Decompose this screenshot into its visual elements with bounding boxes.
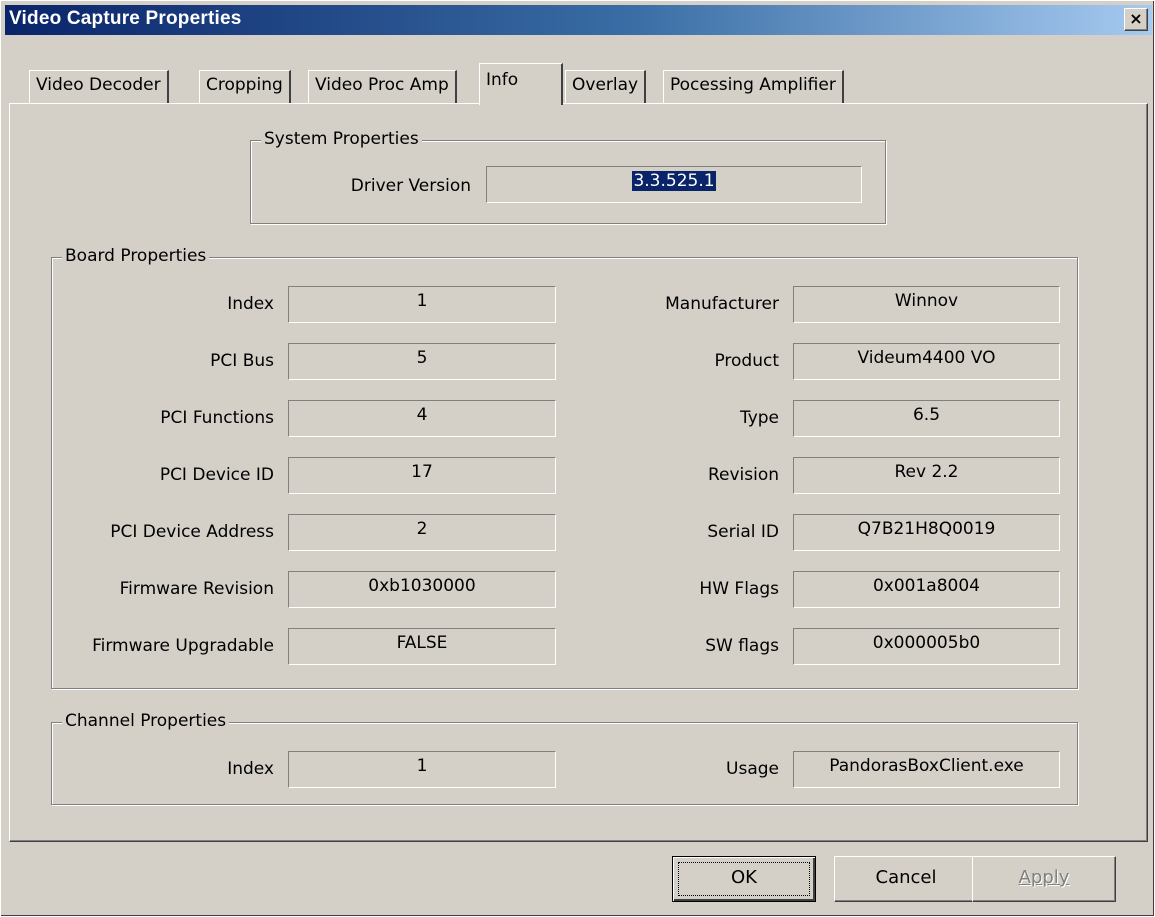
ok-button[interactable]: OK (672, 856, 816, 902)
system-properties-group: System Properties Driver Version 3.3.525… (250, 129, 886, 224)
sw-flags-label: SW flags (705, 636, 779, 656)
group-title: System Properties (261, 129, 422, 149)
manufacturer-field: Winnov (793, 286, 1060, 323)
hw-flags-field: 0x001a8004 (793, 571, 1060, 608)
type-label: Type (739, 408, 779, 428)
usage-field: PandorasBoxClient.exe (793, 751, 1060, 788)
index-field: 1 (288, 286, 556, 323)
tab-label: Video Decoder (36, 75, 161, 95)
product-label: Product (714, 351, 779, 371)
group-title: Channel Properties (62, 711, 230, 731)
tab-label: Pocessing Amplifier (670, 75, 836, 95)
revision-label: Revision (707, 465, 779, 485)
usage-label: Usage (726, 759, 779, 779)
driver-version-field[interactable]: 3.3.525.1 (486, 166, 862, 203)
channel-properties-group: Channel Properties Index 1 Usage Pandora… (51, 711, 1078, 805)
apply-button-label: Apply (1018, 867, 1070, 888)
firmware-revision-label: Firmware Revision (119, 579, 274, 599)
group-title: Board Properties (62, 246, 210, 266)
tab-label: Info (486, 70, 519, 90)
revision-field: Rev 2.2 (793, 457, 1060, 494)
index-label: Index (227, 294, 274, 314)
driver-version-value: 3.3.525.1 (632, 171, 716, 191)
cancel-button[interactable]: Cancel (834, 856, 978, 902)
pci-device-id-label: PCI Device ID (159, 465, 274, 485)
sw-flags-field: 0x000005b0 (793, 628, 1060, 665)
tab-cropping[interactable]: Cropping (199, 70, 291, 103)
product-field: Videum4400 VO (793, 343, 1060, 380)
tab-overlay[interactable]: Overlay (565, 70, 647, 103)
info-tab-panel: System Properties Driver Version 3.3.525… (9, 103, 1148, 842)
driver-version-label: Driver Version (350, 176, 471, 196)
cancel-button-label: Cancel (875, 867, 937, 888)
pci-bus-label: PCI Bus (210, 351, 274, 371)
board-properties-group: Board Properties Index 1 PCI Bus 5 PCI F… (51, 246, 1078, 689)
firmware-upgradable-label: Firmware Upgradable (92, 636, 274, 656)
channel-index-field: 1 (288, 751, 556, 788)
serial-id-label: Serial ID (707, 522, 779, 542)
window-title: Video Capture Properties (9, 8, 242, 29)
serial-id-field: Q7B21H8Q0019 (793, 514, 1060, 551)
pci-functions-field: 4 (288, 400, 556, 437)
tab-label: Overlay (572, 75, 639, 95)
pci-bus-field: 5 (288, 343, 556, 380)
title-bar[interactable]: Video Capture Properties × (5, 5, 1152, 35)
firmware-upgradable-field: FALSE (288, 628, 556, 665)
type-field: 6.5 (793, 400, 1060, 437)
channel-index-label: Index (227, 759, 274, 779)
tab-label: Cropping (206, 75, 283, 95)
pci-functions-label: PCI Functions (160, 408, 274, 428)
firmware-revision-field: 0xb1030000 (288, 571, 556, 608)
pci-device-address-label: PCI Device Address (110, 522, 274, 542)
pci-device-address-field: 2 (288, 514, 556, 551)
focus-rectangle (678, 862, 810, 896)
properties-dialog: Video Capture Properties × Video Decoder… (0, 0, 1155, 917)
hw-flags-label: HW Flags (699, 579, 779, 599)
tab-info[interactable]: Info (479, 63, 563, 105)
pci-device-id-field: 17 (288, 457, 556, 494)
apply-button[interactable]: Apply (972, 856, 1116, 902)
manufacturer-label: Manufacturer (665, 294, 779, 314)
tab-processing-amplifier[interactable]: Pocessing Amplifier (663, 70, 844, 103)
close-icon[interactable]: × (1124, 8, 1148, 31)
tab-label: Video Proc Amp (315, 75, 449, 95)
tab-video-decoder[interactable]: Video Decoder (29, 70, 169, 103)
tab-video-proc-amp[interactable]: Video Proc Amp (308, 70, 457, 103)
